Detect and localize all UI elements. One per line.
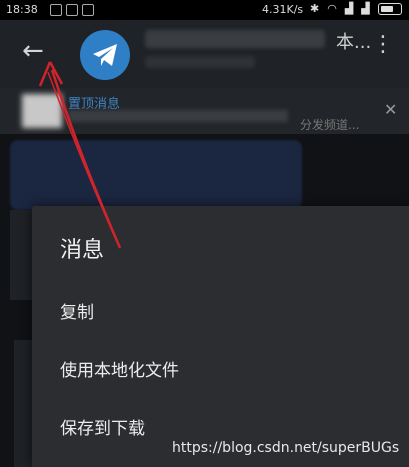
annotation-arrow [38,61,122,249]
